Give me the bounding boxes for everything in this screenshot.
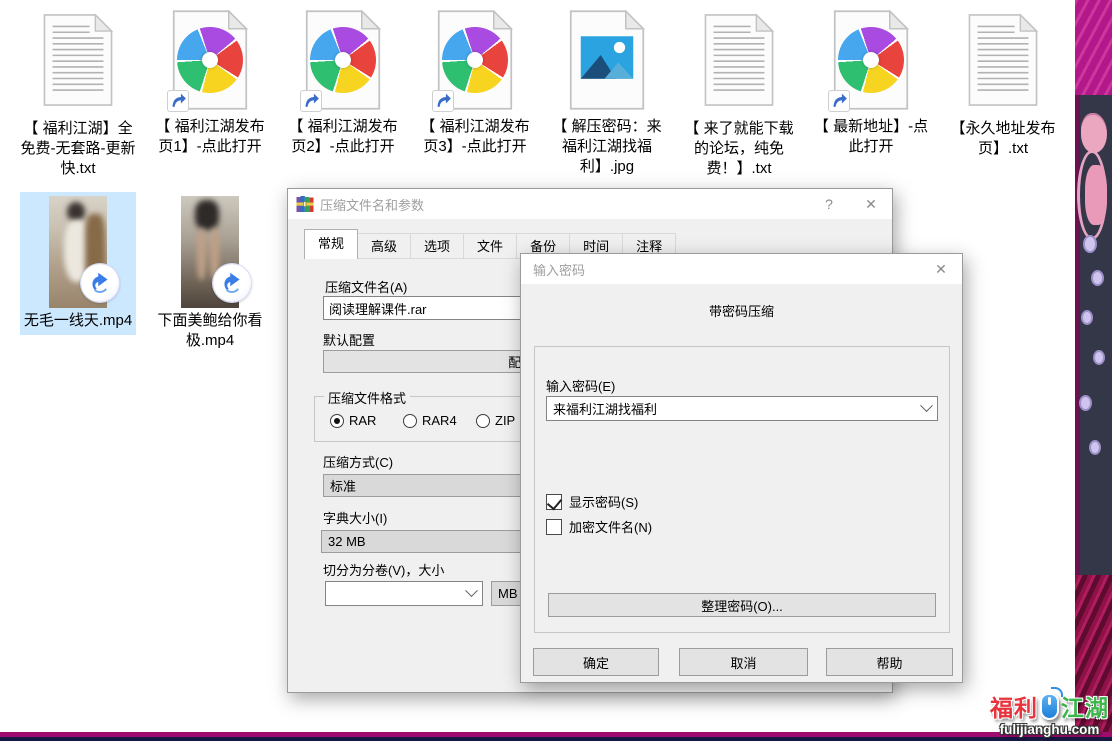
chevron-down-icon [465,584,478,597]
radio-icon[interactable] [476,414,490,428]
radio-icon[interactable] [330,414,344,428]
encrypt-filenames-checkbox[interactable]: 加密文件名(N) [546,517,652,536]
chevron-down-icon [920,399,933,412]
radio-label: RAR4 [422,413,457,428]
winrar-dialog-title: 压缩文件名和参数 [320,195,424,214]
desktop-icon-label: 【 来了就能下载的论坛，纯免费！】.txt [677,119,801,179]
cancel-button[interactable]: 取消 [679,648,808,676]
desktop-icon-browser-2[interactable]: 【 福利江湖发布页2】-点此打开 [281,8,405,157]
desktop: 【 福利江湖】全免费-无套路-更新快.txt 【 福利江湖发布页1】-点此打开 … [0,0,1112,741]
text-file-icon [966,12,1040,108]
bottom-navy-bar [0,737,1112,741]
tab-files[interactable]: 文件 [464,233,517,259]
desktop-icon-label: 【 福利江湖发布页3】-点此打开 [413,117,537,157]
desktop-icon-video-2[interactable]: 下面美鲍给你看极.mp4 [152,192,268,351]
ok-button[interactable]: 确定 [533,648,659,676]
compression-method-label: 压缩方式(C) [323,452,393,471]
password-heading: 带密码压缩 [521,301,962,320]
archive-name-label: 压缩文件名(A) [325,277,407,296]
show-password-checkbox[interactable]: 显示密码(S) [546,492,638,511]
watermark-domain: fulijianghu.com [990,722,1109,737]
desktop-icon-label: 【 福利江湖发布页1】-点此打开 [148,117,272,157]
format-radio-rar4[interactable]: RAR4 [403,413,457,428]
play-overlay-icon [213,264,251,302]
browser-pinwheel-icon [442,27,508,93]
browser-pinwheel-icon [310,27,376,93]
radio-label: ZIP [495,413,515,428]
desktop-icon-label: 下面美鲍给你看极.mp4 [152,311,268,351]
help-button[interactable]: 帮助 [826,648,953,676]
checkbox-label: 显示密码(S) [569,492,638,511]
format-radio-zip[interactable]: ZIP [476,413,515,428]
radio-icon[interactable] [403,414,417,428]
winrar-icon [296,196,314,212]
split-volumes-label: 切分为分卷(V)，大小 [323,560,444,579]
checkbox-icon[interactable] [546,519,562,535]
enter-password-label: 输入密码(E) [546,376,615,395]
desktop-icon-video-1[interactable]: 无毛一线天.mp4 [20,192,136,335]
image-file-icon [566,10,648,110]
split-volumes-combo[interactable] [325,581,483,606]
desktop-icon-browser-3[interactable]: 【 福利江湖发布页3】-点此打开 [413,8,537,157]
browser-pinwheel-icon [177,27,243,93]
site-watermark: 福利 江湖 fulijianghu.com [990,689,1109,737]
watermark-text-left: 福利 [990,689,1038,723]
desktop-icon-label: 无毛一线天.mp4 [20,311,136,331]
close-icon[interactable]: ✕ [920,254,962,284]
profile-label: 默认配置 [323,330,375,349]
tab-advanced[interactable]: 高级 [358,233,411,259]
desktop-icon-label: 【 福利江湖发布页2】-点此打开 [281,117,405,157]
text-file-icon [702,12,776,108]
desktop-icon-label: 【 解压密码：来福利江湖找福利】.jpg [545,117,669,177]
text-file-icon [41,12,115,108]
shortcut-arrow-icon [167,90,189,112]
password-input[interactable]: 来福利江湖找福利 [546,396,938,421]
browser-pinwheel-icon [838,27,904,93]
password-value: 来福利江湖找福利 [553,399,657,418]
wallpaper-strip [1075,0,1112,741]
desktop-icon-txt-1[interactable]: 【 福利江湖】全免费-无套路-更新快.txt [16,8,140,179]
archive-format-label: 压缩文件格式 [324,388,410,407]
desktop-icon-txt-3[interactable]: 【永久地址发布页】.txt [941,8,1065,159]
organize-passwords-button[interactable]: 整理密码(O)... [548,593,936,617]
close-icon[interactable]: ✕ [850,189,892,219]
winrar-dialog-titlebar[interactable]: 压缩文件名和参数 ? ✕ [288,189,892,219]
watermark-text-right: 江湖 [1061,689,1109,723]
desktop-icon-label: 【 最新地址】-点此打开 [809,117,933,157]
radio-label: RAR [349,413,376,428]
dictionary-size-label: 字典大小(I) [323,508,387,527]
shortcut-arrow-icon [828,90,850,112]
wallpaper-ornament [1075,95,1112,575]
shortcut-arrow-icon [432,90,454,112]
play-overlay-icon [81,264,119,302]
desktop-icon-label: 【 福利江湖】全免费-无套路-更新快.txt [16,119,140,179]
tab-general[interactable]: 常规 [304,229,358,259]
password-dialog-titlebar[interactable]: 输入密码 ✕ [521,254,962,284]
tab-options[interactable]: 选项 [411,233,464,259]
password-dialog-title: 输入密码 [533,260,585,279]
desktop-icon-label: 【永久地址发布页】.txt [941,119,1065,159]
desktop-icon-browser-4[interactable]: 【 最新地址】-点此打开 [809,8,933,157]
shortcut-arrow-icon [300,90,322,112]
mouse-icon [1040,693,1059,720]
format-radio-rar[interactable]: RAR [330,413,376,428]
desktop-icon-browser-1[interactable]: 【 福利江湖发布页1】-点此打开 [148,8,272,157]
help-icon[interactable]: ? [808,189,850,219]
checkbox-label: 加密文件名(N) [569,517,652,536]
wallpaper-magenta [1075,0,1112,95]
desktop-icon-jpg[interactable]: 【 解压密码：来福利江湖找福利】.jpg [545,8,669,177]
password-dialog: 输入密码 ✕ 带密码压缩 输入密码(E) 来福利江湖找福利 显示密码(S) 加密… [520,253,963,683]
desktop-icon-txt-2[interactable]: 【 来了就能下载的论坛，纯免费！】.txt [677,8,801,179]
checkbox-icon[interactable] [546,494,562,510]
